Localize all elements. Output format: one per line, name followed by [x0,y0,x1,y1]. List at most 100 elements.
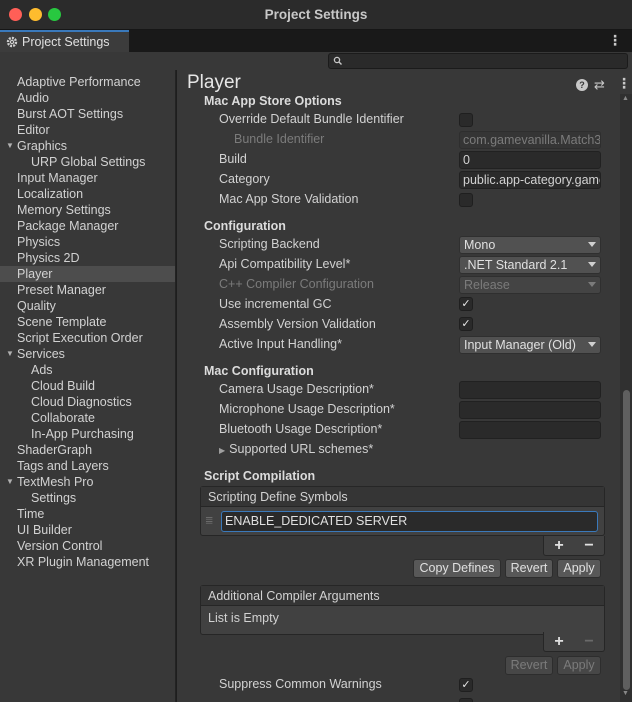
bluetooth-usage-label: Bluetooth Usage Description* [219,422,383,436]
sidebar-item-cloud-diagnostics[interactable]: Cloud Diagnostics [0,394,175,410]
configuration-section-title: Configuration [204,219,286,233]
expanded-arrow-icon[interactable]: ▼ [6,346,14,362]
sidebar-item-player[interactable]: Player [0,266,175,282]
add-symbol-button[interactable]: + [554,537,563,555]
microphone-usage-field[interactable] [459,401,601,419]
settings-content: Mac App Store Options Override Default B… [177,94,620,702]
expanded-arrow-icon[interactable]: ▼ [6,138,14,154]
sidebar-item-collaborate[interactable]: Collaborate [0,410,175,426]
sidebar-item-graphics[interactable]: ▼ Graphics [0,138,175,154]
search-icon [333,56,342,65]
settings-sidebar: Adaptive Performance Audio Burst AOT Set… [0,70,176,702]
sidebar-item-memory-settings[interactable]: Memory Settings [0,202,175,218]
active-input-handling-dropdown[interactable]: Input Manager (Old) [459,336,601,354]
sidebar-item-label: Graphics [17,139,68,153]
remove-argument-button[interactable]: − [584,633,593,651]
microphone-usage-label: Microphone Usage Description* [219,402,395,416]
category-field[interactable]: public.app-category.games [459,171,601,189]
apply-arguments-button[interactable]: Apply [557,656,601,675]
suppress-warnings-checkbox[interactable]: ✓ [459,678,473,692]
sidebar-item-ads[interactable]: Ads [0,362,175,378]
sidebar-item-burst-aot-settings[interactable]: Burst AOT Settings [0,106,175,122]
drag-handle-icon[interactable]: ═ ═ [206,514,216,527]
override-bundle-checkbox[interactable] [459,113,473,127]
chevron-down-icon [588,282,596,287]
sidebar-item-services[interactable]: ▼ Services [0,346,175,362]
tab-menu-icon[interactable]: ⋮ [608,32,622,49]
define-symbol-field[interactable]: ENABLE_DEDICATED SERVER [221,511,598,532]
sidebar-item-physics-2d[interactable]: Physics 2D [0,250,175,266]
tab-bar: Project Settings ⋮ [0,30,632,52]
tab-label: Project Settings [22,35,110,49]
apply-defines-button[interactable]: Apply [557,559,601,578]
tab-project-settings[interactable]: Project Settings [0,30,129,52]
bundle-identifier-field[interactable]: com.gamevanilla.Match3 [459,131,601,149]
search-input[interactable] [328,53,628,69]
sidebar-item-localization[interactable]: Localization [0,186,175,202]
supported-url-schemes-foldout[interactable]: ▶ Supported URL schemes* [219,442,373,456]
next-setting-checkbox[interactable] [459,698,473,702]
panel-menu-icon[interactable]: ⋮ [617,75,631,92]
scripting-backend-label: Scripting Backend [219,237,320,251]
assembly-validation-checkbox[interactable]: ✓ [459,317,473,331]
expanded-arrow-icon[interactable]: ▼ [6,474,14,490]
define-symbols-footer: + − [543,536,605,556]
sidebar-item-script-execution-order[interactable]: Script Execution Order [0,330,175,346]
mac-configuration-section-title: Mac Configuration [204,364,314,378]
remove-symbol-button[interactable]: − [584,537,593,555]
compiler-args-empty-text: List is Empty [208,611,279,625]
sidebar-item-audio[interactable]: Audio [0,90,175,106]
sidebar-item-urp-global-settings[interactable]: URP Global Settings [0,154,175,170]
help-icon[interactable]: ? [576,79,588,91]
sidebar-item-textmesh-pro[interactable]: ▼ TextMesh Pro [0,474,175,490]
sidebar-item-xr-plugin-management[interactable]: XR Plugin Management [0,554,175,570]
sidebar-item-shadergraph[interactable]: ShaderGraph [0,442,175,458]
incremental-gc-checkbox[interactable]: ✓ [459,297,473,311]
revert-defines-button[interactable]: Revert [505,559,553,578]
sidebar-item-input-manager[interactable]: Input Manager [0,170,175,186]
mac-app-store-validation-checkbox[interactable] [459,193,473,207]
scroll-up-arrow-icon[interactable]: ▲ [622,95,629,102]
chevron-down-icon [588,262,596,267]
compiler-args-footer: + − [543,632,605,652]
bluetooth-usage-field[interactable] [459,421,601,439]
sidebar-item-textmesh-settings[interactable]: Settings [0,490,175,506]
cpp-compiler-config-dropdown[interactable]: Release [459,276,601,294]
sidebar-item-adaptive-performance[interactable]: Adaptive Performance [0,74,175,90]
expand-arrow-icon: ▶ [219,446,226,455]
sidebar-item-quality[interactable]: Quality [0,298,175,314]
sidebar-item-physics[interactable]: Physics [0,234,175,250]
sidebar-item-in-app-purchasing[interactable]: In-App Purchasing [0,426,175,442]
sidebar-item-version-control[interactable]: Version Control [0,538,175,554]
dropdown-value: Release [464,278,510,292]
build-field[interactable]: 0 [459,151,601,169]
sidebar-item-package-manager[interactable]: Package Manager [0,218,175,234]
override-bundle-label: Override Default Bundle Identifier [219,112,404,126]
search-row [0,52,632,70]
api-compatibility-label: Api Compatibility Level* [219,257,351,271]
compiler-args-list: Additional Compiler Arguments List is Em… [200,585,605,635]
dropdown-value: Input Manager (Old) [464,338,576,352]
scroll-down-arrow-icon[interactable]: ▼ [622,690,629,697]
mac-app-store-validation-label: Mac App Store Validation [219,192,359,206]
gear-icon [6,36,18,48]
sidebar-item-editor[interactable]: Editor [0,122,175,138]
sidebar-item-preset-manager[interactable]: Preset Manager [0,282,175,298]
sidebar-item-scene-template[interactable]: Scene Template [0,314,175,330]
sidebar-item-label: Services [17,347,65,361]
add-argument-button[interactable]: + [554,633,563,651]
sidebar-item-time[interactable]: Time [0,506,175,522]
sidebar-item-cloud-build[interactable]: Cloud Build [0,378,175,394]
scripting-backend-dropdown[interactable]: Mono [459,236,601,254]
copy-defines-button[interactable]: Copy Defines [413,559,501,578]
vertical-scrollbar[interactable]: ▲ ▼ [620,94,632,702]
sidebar-item-tags-and-layers[interactable]: Tags and Layers [0,458,175,474]
category-label: Category [219,172,270,186]
revert-arguments-button[interactable]: Revert [505,656,553,675]
scrollbar-thumb[interactable] [623,390,630,690]
sidebar-item-ui-builder[interactable]: UI Builder [0,522,175,538]
presets-icon[interactable]: ⇄ [594,77,605,93]
camera-usage-field[interactable] [459,381,601,399]
foldout-label: Supported URL schemes* [229,442,374,456]
api-compatibility-dropdown[interactable]: .NET Standard 2.1 [459,256,601,274]
